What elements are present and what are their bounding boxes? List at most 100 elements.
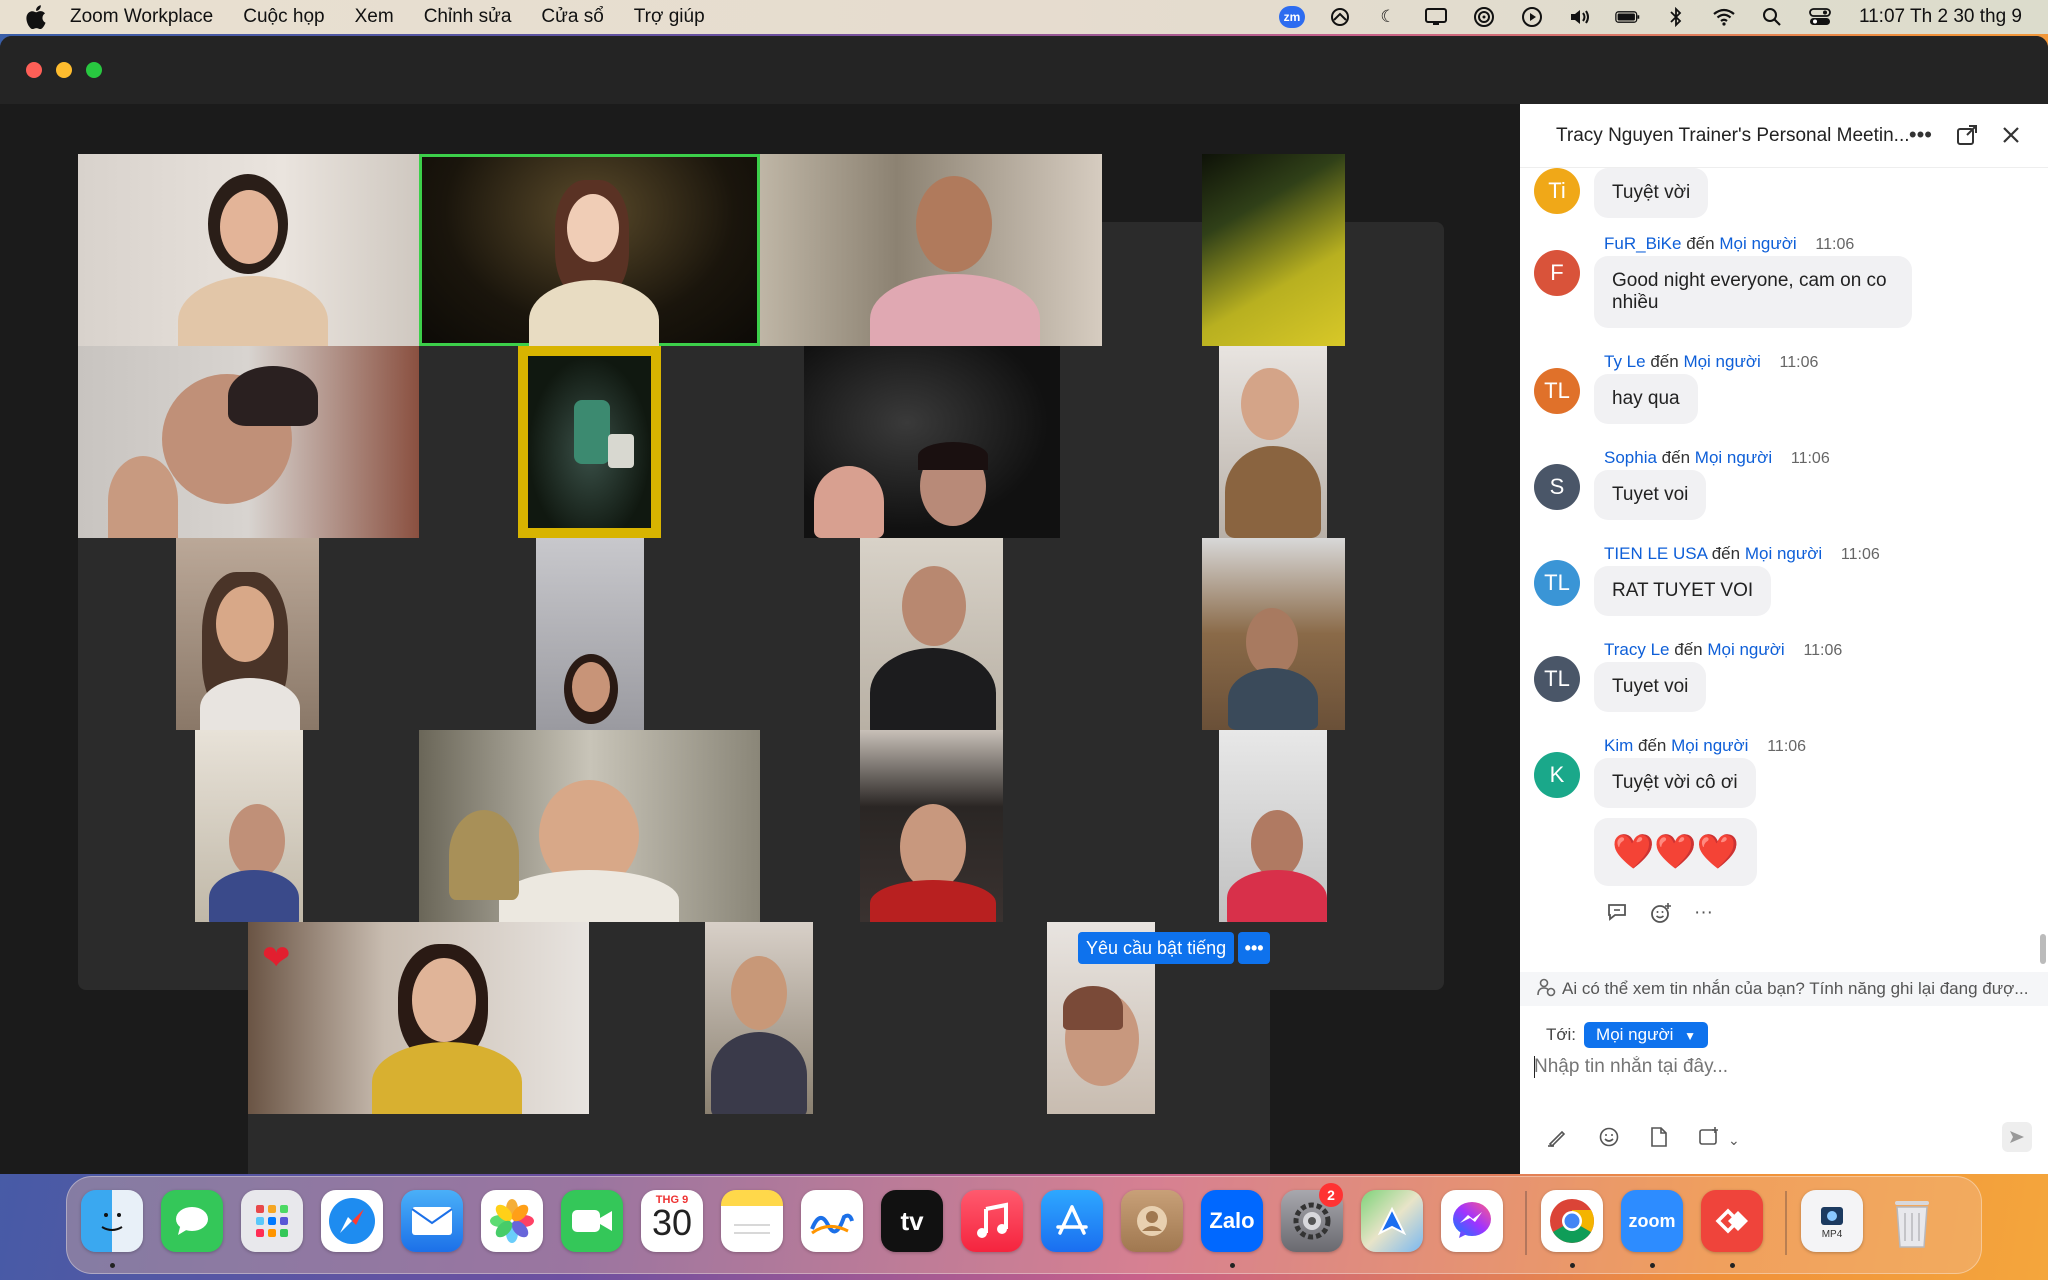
- running-indicator: [110, 1263, 115, 1268]
- message-time: 11:06: [1815, 236, 1855, 253]
- app-store-icon[interactable]: [1041, 1190, 1103, 1252]
- airdrop-icon[interactable]: [1471, 6, 1497, 28]
- request-unmute-button[interactable]: Yêu cầu bật tiếng: [1078, 932, 1235, 964]
- send-button[interactable]: [2002, 1122, 2032, 1152]
- video-tile[interactable]: [860, 730, 1003, 922]
- music-icon[interactable]: [961, 1190, 1023, 1252]
- display-icon[interactable]: [1423, 6, 1449, 28]
- messenger-icon[interactable]: [1441, 1190, 1503, 1252]
- recipient-name[interactable]: Mọi người: [1695, 448, 1772, 467]
- safari-icon[interactable]: [321, 1190, 383, 1252]
- wifi-icon[interactable]: [1711, 6, 1737, 28]
- recipient-name[interactable]: Mọi người: [1745, 544, 1822, 563]
- sender-name[interactable]: Ty Le: [1604, 352, 1646, 371]
- recipient-name[interactable]: Mọi người: [1671, 736, 1748, 755]
- photos-icon[interactable]: [481, 1190, 543, 1252]
- anydesk-icon[interactable]: [1701, 1190, 1763, 1252]
- mp4-file-icon[interactable]: MP4: [1801, 1190, 1863, 1252]
- video-tile[interactable]: [78, 346, 419, 538]
- running-indicator: [1230, 1263, 1235, 1268]
- menu-view[interactable]: Xem: [355, 6, 394, 28]
- screenshot-icon[interactable]: [1698, 1126, 1720, 1154]
- video-tile[interactable]: [419, 730, 760, 922]
- video-tile[interactable]: [1219, 730, 1327, 922]
- more-icon[interactable]: •••: [1909, 122, 1932, 148]
- video-tile[interactable]: [804, 346, 1060, 538]
- video-tile[interactable]: [518, 346, 661, 538]
- facetime-icon[interactable]: [561, 1190, 623, 1252]
- video-tile[interactable]: [78, 154, 419, 346]
- menu-meeting[interactable]: Cuộc họp: [243, 6, 324, 28]
- video-tile[interactable]: [248, 922, 589, 1114]
- zoom-icon[interactable]: zoom: [1621, 1190, 1683, 1252]
- contacts-icon[interactable]: [1121, 1190, 1183, 1252]
- messages-icon[interactable]: [161, 1190, 223, 1252]
- moon-icon[interactable]: ☾: [1375, 6, 1401, 28]
- sender-name[interactable]: TIEN LE USA: [1604, 544, 1707, 563]
- pop-out-icon[interactable]: [1956, 124, 1978, 146]
- recipient-name[interactable]: Mọi người: [1719, 234, 1796, 253]
- recipient-name[interactable]: Mọi người: [1707, 640, 1784, 659]
- reply-icon[interactable]: [1606, 902, 1628, 930]
- chat-header: Tracy Nguyen Trainer's Personal Meetin..…: [1520, 104, 2048, 168]
- apple-menu-icon[interactable]: [26, 5, 48, 29]
- add-reaction-icon[interactable]: [1650, 902, 1672, 930]
- video-tile[interactable]: [705, 922, 813, 1114]
- zoom-status-icon[interactable]: zm: [1278, 6, 1305, 28]
- launchpad-icon[interactable]: [241, 1190, 303, 1252]
- chat-visibility-notice[interactable]: Ai có thể xem tin nhắn của bạn? Tính năn…: [1520, 972, 2048, 1006]
- menubar-clock[interactable]: 11:07 Th 2 30 thg 9: [1859, 6, 2022, 28]
- fullscreen-window-button[interactable]: [86, 62, 102, 78]
- message-time: 11:06: [1767, 738, 1807, 755]
- video-tile[interactable]: [760, 154, 1102, 346]
- recipient-dropdown[interactable]: Mọi người ▼: [1584, 1022, 1709, 1048]
- chrome-icon[interactable]: [1541, 1190, 1603, 1252]
- close-window-button[interactable]: [26, 62, 42, 78]
- bluetooth-icon[interactable]: [1663, 6, 1689, 28]
- battery-icon[interactable]: [1615, 6, 1641, 28]
- sender-name[interactable]: Tracy Le: [1604, 640, 1670, 659]
- menu-edit[interactable]: Chỉnh sửa: [424, 6, 512, 28]
- sender-name[interactable]: FuR_BiKe: [1604, 234, 1681, 253]
- calendar-icon[interactable]: THG 9 30: [641, 1190, 703, 1252]
- notification-badge: 2: [1319, 1183, 1343, 1207]
- menu-window[interactable]: Cửa sổ: [541, 6, 603, 28]
- chat-toolbar: ⌄: [1546, 1126, 1740, 1154]
- format-text-icon[interactable]: [1546, 1126, 1568, 1154]
- sender-name[interactable]: Sophia: [1604, 448, 1657, 467]
- minimize-window-button[interactable]: [56, 62, 72, 78]
- menu-help[interactable]: Trợ giúp: [634, 6, 705, 28]
- close-icon[interactable]: [2002, 126, 2020, 144]
- now-playing-icon[interactable]: [1519, 6, 1545, 28]
- recipient-name[interactable]: Mọi người: [1683, 352, 1760, 371]
- notes-icon[interactable]: [721, 1190, 783, 1252]
- video-tile-active-speaker[interactable]: [419, 154, 760, 346]
- finder-icon[interactable]: [81, 1190, 143, 1252]
- control-center-icon[interactable]: [1807, 6, 1833, 28]
- video-tile[interactable]: [1202, 538, 1345, 730]
- video-tile[interactable]: [860, 538, 1003, 730]
- freeform-icon[interactable]: [801, 1190, 863, 1252]
- volume-icon[interactable]: [1567, 6, 1593, 28]
- screen-share-status-icon[interactable]: [1327, 6, 1353, 28]
- trash-icon[interactable]: [1881, 1190, 1943, 1252]
- chevron-down-icon[interactable]: ⌄: [1728, 1132, 1740, 1149]
- video-tile[interactable]: [536, 538, 644, 730]
- chat-scrollbar[interactable]: [2040, 934, 2046, 964]
- sender-name[interactable]: Kim: [1604, 736, 1633, 755]
- mail-icon[interactable]: [401, 1190, 463, 1252]
- video-tile[interactable]: [195, 730, 303, 922]
- video-tile[interactable]: [176, 538, 319, 730]
- apple-tv-icon[interactable]: tv: [881, 1190, 943, 1252]
- maps-icon[interactable]: [1361, 1190, 1423, 1252]
- video-tile[interactable]: [1202, 154, 1345, 346]
- chat-message-input[interactable]: [1534, 1050, 2014, 1084]
- video-tile[interactable]: [1219, 346, 1327, 538]
- file-icon[interactable]: [1650, 1126, 1668, 1154]
- spotlight-search-icon[interactable]: [1759, 6, 1785, 28]
- menu-app-name[interactable]: Zoom Workplace: [70, 6, 213, 28]
- zalo-icon[interactable]: Zalo: [1201, 1190, 1263, 1252]
- more-icon[interactable]: ···: [1694, 902, 1713, 930]
- emoji-icon[interactable]: [1598, 1126, 1620, 1154]
- more-options-button[interactable]: •••: [1238, 932, 1271, 964]
